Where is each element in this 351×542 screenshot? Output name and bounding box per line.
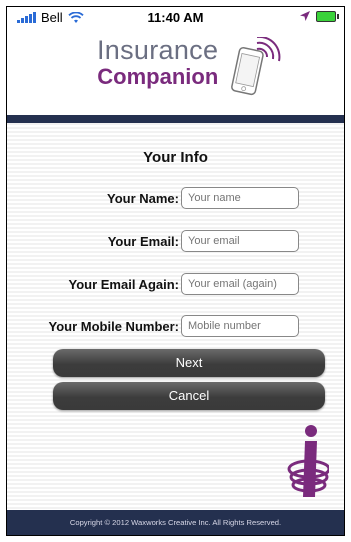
- email-again-row: Your Email Again:: [7, 273, 344, 297]
- phone-logo-icon: [231, 37, 281, 96]
- email-again-input[interactable]: [181, 273, 299, 295]
- name-input[interactable]: [181, 187, 299, 209]
- logo-line1: Insurance: [97, 35, 219, 65]
- email-row: Your Email:: [7, 230, 344, 254]
- email-again-label: Your Email Again:: [68, 277, 179, 292]
- name-row: Your Name:: [7, 187, 344, 211]
- email-label: Your Email:: [107, 234, 179, 249]
- next-button[interactable]: Next: [53, 349, 325, 377]
- footer: Copyright © 2012 Waxworks Creative Inc. …: [7, 510, 344, 535]
- email-input[interactable]: [181, 230, 299, 252]
- location-arrow-icon: [300, 11, 310, 21]
- status-right: [299, 10, 339, 22]
- mobile-label: Your Mobile Number:: [48, 319, 179, 334]
- battery-icon: [316, 10, 339, 22]
- app-frame: Bell 11:40 AM Insurance Companion Your I…: [6, 6, 345, 536]
- status-time: 11:40 AM: [147, 10, 204, 25]
- mobile-row: Your Mobile Number:: [7, 315, 344, 339]
- app-header: Insurance Companion: [7, 27, 344, 115]
- header-divider: [7, 115, 344, 123]
- mascot-logo-icon: [287, 425, 329, 497]
- name-label: Your Name:: [107, 191, 179, 206]
- logo-line2: Companion: [97, 64, 219, 89]
- form-title: Your Info: [143, 149, 208, 166]
- form-panel: Your Info Your Name: Your Email: Your Em…: [7, 123, 344, 510]
- app-logo: Insurance Companion: [97, 35, 218, 90]
- mobile-input[interactable]: [181, 315, 299, 337]
- status-bar: Bell 11:40 AM: [7, 7, 344, 27]
- cancel-button[interactable]: Cancel: [53, 382, 325, 410]
